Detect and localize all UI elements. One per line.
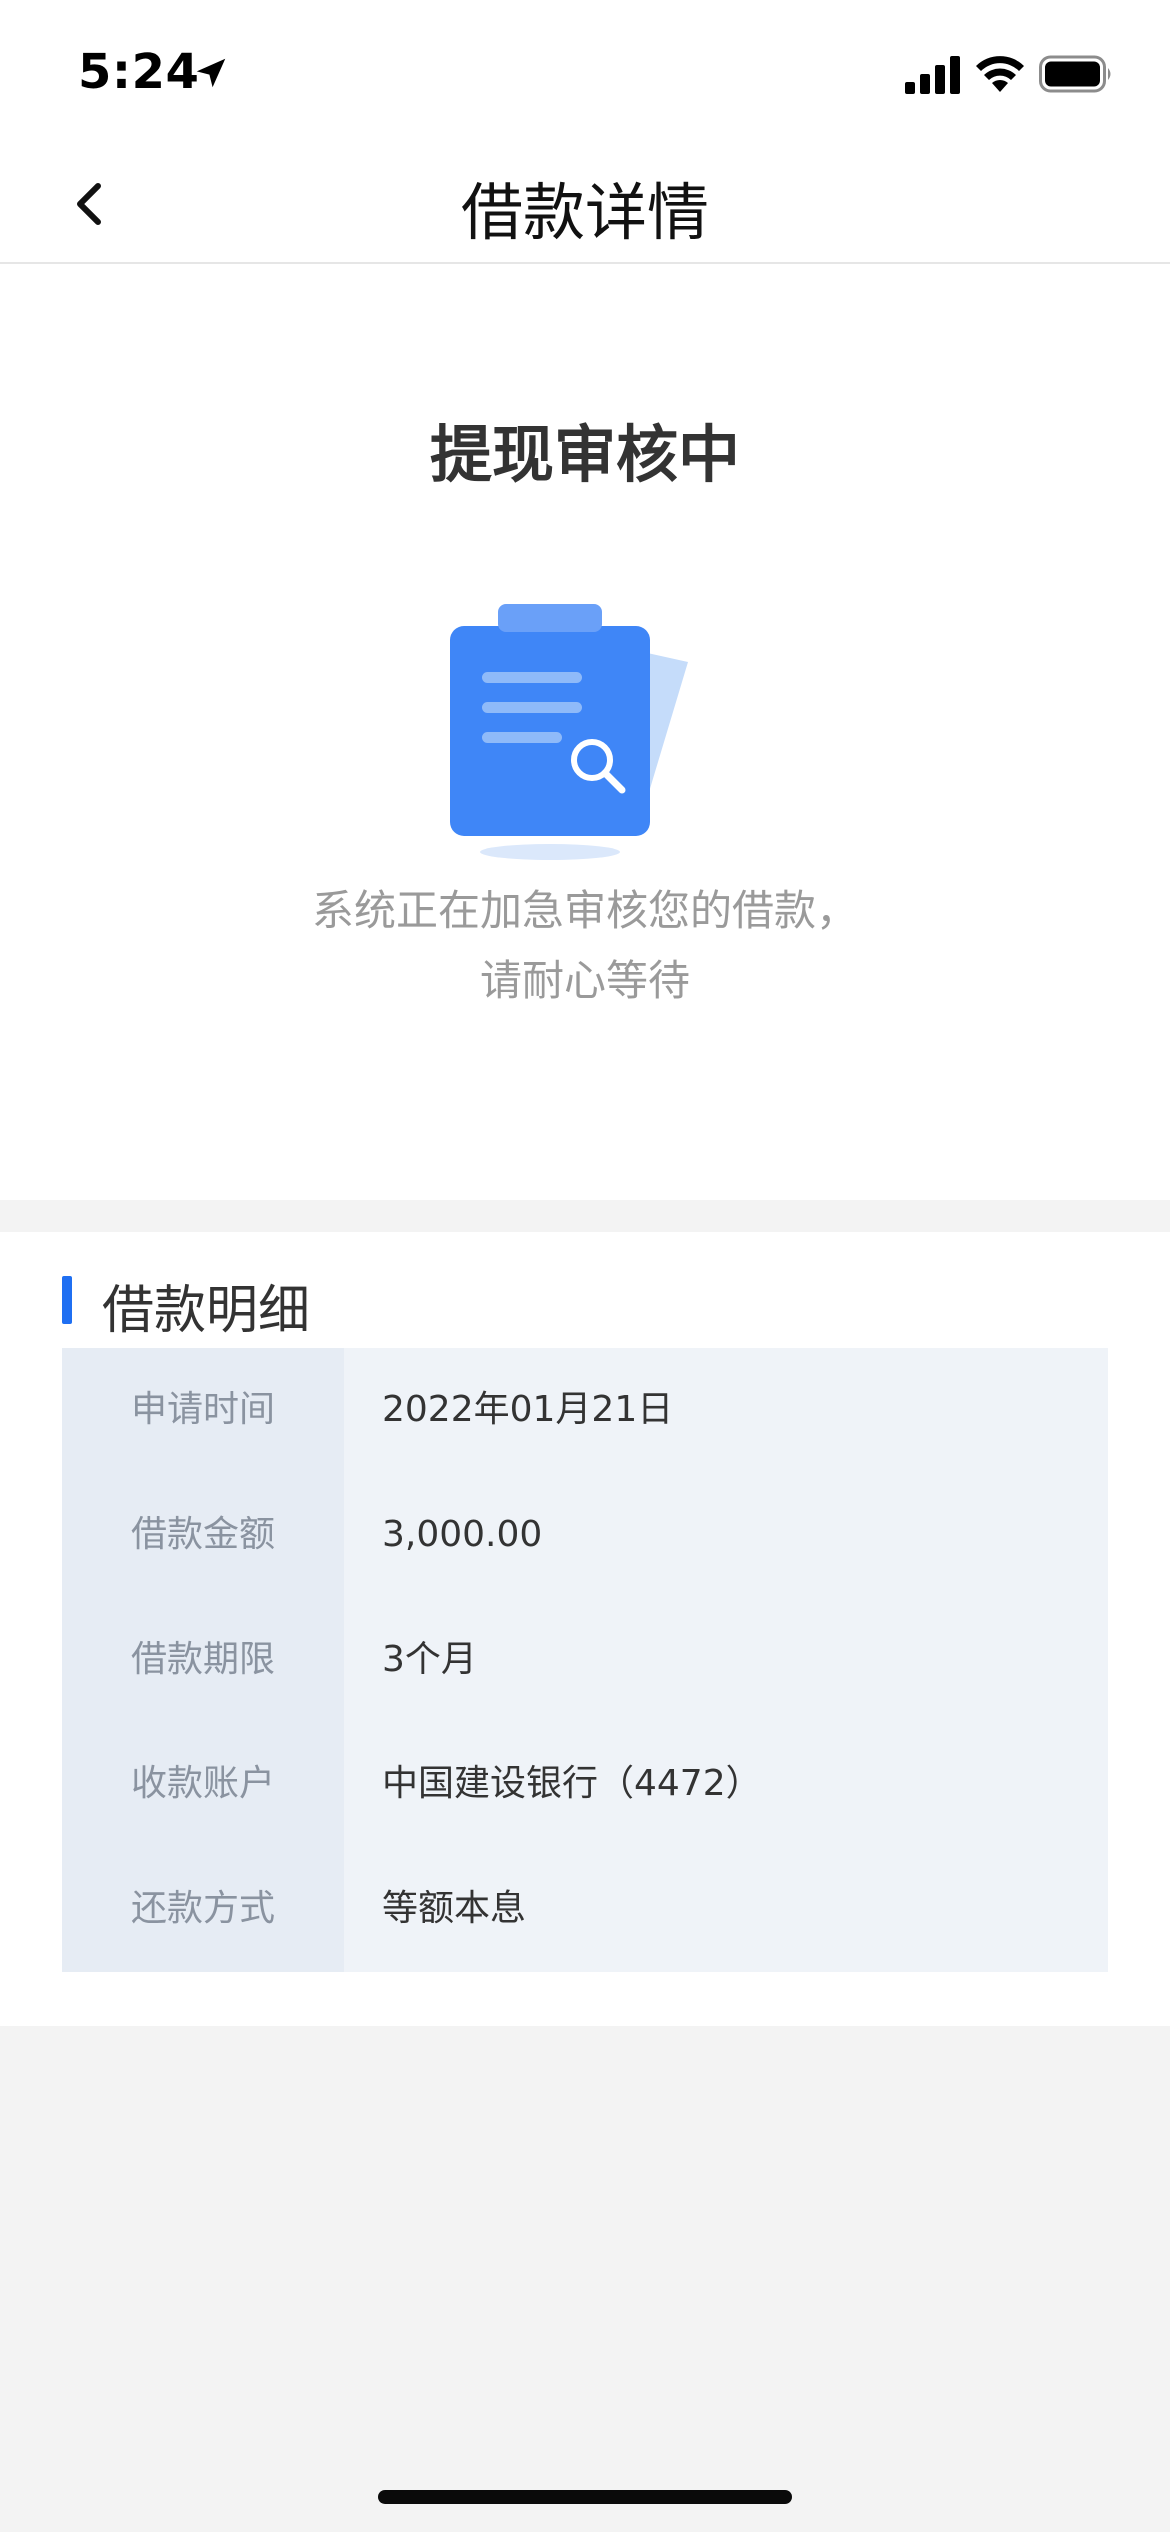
detail-row-loan-term: 借款期限 3个月: [62, 1598, 1108, 1723]
home-indicator[interactable]: [378, 2490, 792, 2504]
navigation-bar: 借款详情: [0, 140, 1170, 264]
detail-row-receiving-account: 收款账户 中国建设银行（4472）: [62, 1722, 1108, 1847]
detail-label: 还款方式: [130, 1888, 275, 1930]
detail-label: 借款金额: [130, 1513, 275, 1555]
detail-label: 收款账户: [130, 1763, 275, 1805]
section-accent-bar: [62, 1276, 72, 1324]
wifi-icon: [976, 56, 1024, 92]
loan-details-section: 借款明细 申请时间 2022年01月21日 借款金额 3,000.00 借款期限…: [0, 1232, 1170, 2026]
review-description-line-1: 系统正在加急审核您的借款，: [311, 886, 858, 935]
detail-label: 借款期限: [130, 1638, 275, 1680]
review-status-card: 提现审核中 系统正在加急审核您的借款， 请耐心等待: [0, 264, 1170, 1200]
detail-row-repayment-method: 还款方式 等额本息: [62, 1847, 1108, 1972]
page-title: 借款详情: [460, 176, 709, 249]
document-review-illustration: [450, 604, 688, 860]
review-status-description: 系统正在加急审核您的借款， 请耐心等待: [0, 876, 1170, 1016]
detail-table: 申请时间 2022年01月21日 借款金额 3,000.00 借款期限 3个月 …: [62, 1348, 1108, 1972]
section-title: 借款明细: [102, 1281, 311, 1341]
detail-value: 中国建设银行（4472）: [382, 1763, 762, 1805]
detail-value: 3个月: [382, 1638, 477, 1680]
location-arrow-icon: [196, 58, 226, 88]
cellular-signal-icon: [905, 56, 960, 94]
detail-row-apply-time: 申请时间 2022年01月21日: [62, 1348, 1108, 1473]
detail-value: 3,000.00: [382, 1513, 543, 1555]
review-description-line-2: 请耐心等待: [479, 956, 690, 1005]
detail-row-loan-amount: 借款金额 3,000.00: [62, 1473, 1108, 1598]
status-time: 5:24: [78, 44, 200, 100]
status-bar: 5:24: [0, 0, 1170, 140]
battery-icon: [1039, 55, 1111, 93]
detail-value: 2022年01月21日: [382, 1389, 674, 1430]
detail-value: 等额本息: [382, 1888, 527, 1930]
review-status-title: 提现审核中: [429, 418, 740, 491]
detail-label: 申请时间: [130, 1389, 275, 1430]
